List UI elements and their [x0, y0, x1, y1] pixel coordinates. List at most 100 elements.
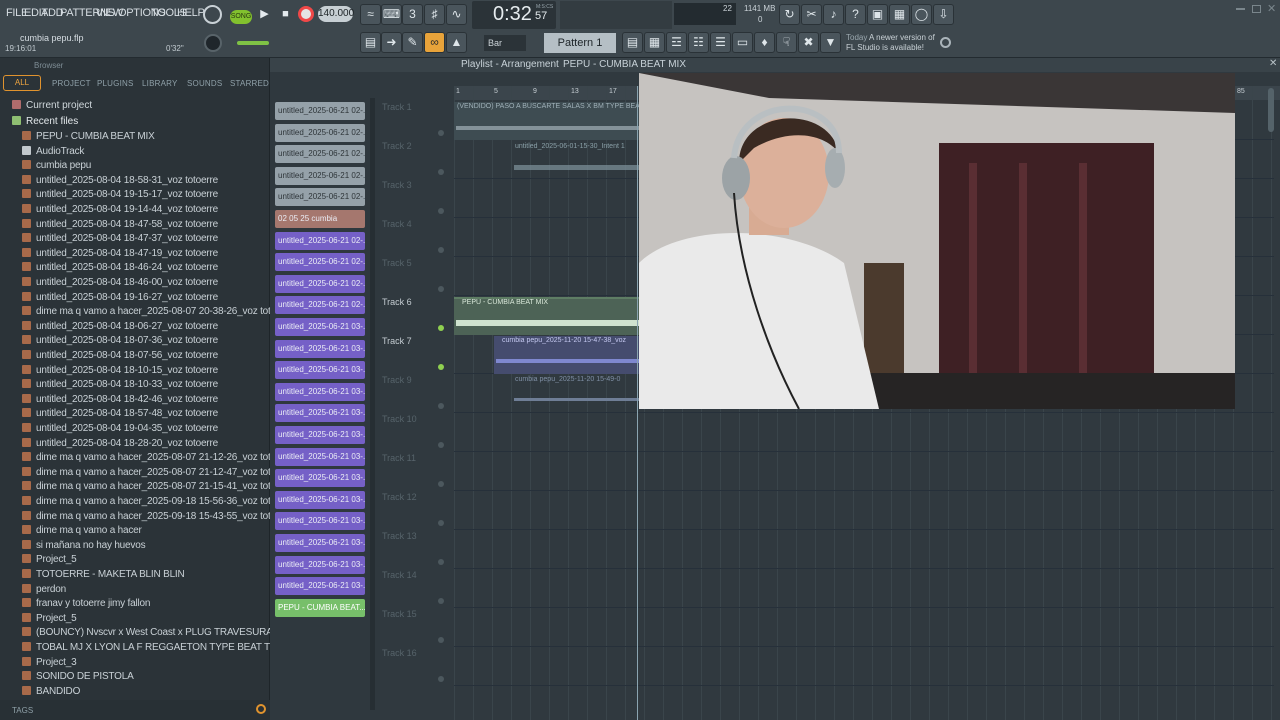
- track-mute-led[interactable]: [438, 481, 444, 487]
- browser-file-item[interactable]: TOBAL MJ X LYON LA F REGGAETON TYPE BEAT…: [22, 642, 307, 656]
- new-pattern-icon[interactable]: ▤: [622, 32, 643, 53]
- track-mute-led[interactable]: [438, 286, 444, 292]
- track-header-label[interactable]: Track 11: [382, 453, 452, 463]
- stamp-icon[interactable]: ▲: [446, 32, 467, 53]
- track-header-label[interactable]: Track 6: [382, 297, 452, 307]
- play-button[interactable]: ▶: [256, 5, 273, 23]
- metronome-knob[interactable]: [203, 5, 222, 24]
- browser-file-item[interactable]: dime ma q vamo a hacer_2025-08-07 21-15-…: [22, 481, 293, 495]
- track-mute-led[interactable]: [438, 442, 444, 448]
- track-mute-led[interactable]: [438, 637, 444, 643]
- browser-file-item[interactable]: untitled_2025-08-04 18-46-24_voz totoerr…: [22, 262, 218, 276]
- track-header-label[interactable]: Track 2: [382, 141, 452, 151]
- browser-toggle-icon[interactable]: ▼: [820, 32, 841, 53]
- menu-help[interactable]: HELP: [177, 7, 205, 19]
- browser-file-item[interactable]: untitled_2025-08-04 18-07-36_voz totoerr…: [22, 335, 218, 349]
- browser-file-item[interactable]: PEPU - CUMBIA BEAT MIX: [22, 131, 155, 145]
- browser-file-item[interactable]: untitled_2025-08-04 19-14-44_voz totoerr…: [22, 204, 218, 218]
- clip-picker-item[interactable]: untitled_2025-06-21 02-...: [275, 231, 365, 250]
- track-header-label[interactable]: Track 10: [382, 414, 452, 424]
- track-mute-led[interactable]: [438, 403, 444, 409]
- browser-file-item[interactable]: Project_3: [22, 656, 77, 671]
- typing-keyboard-icon[interactable]: ⌨: [381, 4, 402, 25]
- pattern-select[interactable]: Pattern 1: [544, 33, 616, 53]
- track-header-label[interactable]: Track 5: [382, 258, 452, 268]
- clip-picker-item[interactable]: untitled_2025-06-21 03-...: [275, 361, 365, 380]
- recovery-icon[interactable]: ↻: [779, 4, 800, 25]
- clip-picker-item[interactable]: 02 05 25 cumbia: [275, 210, 365, 228]
- link-icon[interactable]: ∞: [424, 32, 445, 53]
- browser-file-item[interactable]: cumbia pepu: [22, 160, 91, 174]
- browser-file-item[interactable]: untitled_2025-08-04 18-07-56_voz totoerr…: [22, 350, 218, 364]
- browser-file-item[interactable]: franav y totoerre jimy fallon: [22, 598, 150, 612]
- track-header-label[interactable]: Track 7: [382, 336, 452, 346]
- clip-picker-item[interactable]: untitled_2025-06-21 02-...: [275, 123, 365, 142]
- browser-file-item[interactable]: untitled_2025-08-04 19-04-35_voz totoerr…: [22, 423, 218, 437]
- track-header-label[interactable]: Track 13: [382, 531, 452, 541]
- track-mute-led[interactable]: [438, 520, 444, 526]
- clip-picker-item[interactable]: untitled_2025-06-21 02-...: [275, 296, 365, 315]
- browser-tab-library[interactable]: LIBRARY: [142, 79, 178, 88]
- clip-picker-item[interactable]: untitled_2025-06-21 02-...: [275, 253, 365, 272]
- arrow-right-icon[interactable]: ➜: [381, 32, 402, 53]
- track-mute-led[interactable]: [438, 598, 444, 604]
- clip-picker-item[interactable]: untitled_2025-06-21 03-...: [275, 382, 365, 401]
- clip-picker-item[interactable]: untitled_2025-06-21 02-...: [275, 145, 365, 164]
- song-mode-toggle[interactable]: SONG: [230, 10, 252, 24]
- current-project-folder[interactable]: Current project: [12, 100, 92, 111]
- playlist-scrollbar[interactable]: [1268, 88, 1274, 132]
- browser-file-item[interactable]: untitled_2025-08-04 18-06-27_voz totoerr…: [22, 320, 218, 335]
- browser-file-item[interactable]: TOTOERRE - MAKETA BLIN BLIN: [22, 569, 185, 583]
- clip-picker-item[interactable]: untitled_2025-06-21 03-...: [275, 490, 365, 509]
- track-mute-led[interactable]: [438, 676, 444, 682]
- track-mute-led[interactable]: [438, 208, 444, 214]
- mixer-icon[interactable]: ▦: [889, 4, 910, 25]
- plugin-picker-icon[interactable]: ▭: [732, 32, 753, 53]
- draw-tool-icon[interactable]: ✎: [402, 32, 423, 53]
- browser-file-item[interactable]: dime ma q vamo a hacer_2025-08-07 21-12-…: [22, 466, 293, 481]
- tempo-display[interactable]: 140.000: [318, 6, 354, 22]
- microphone-icon[interactable]: ♪: [823, 4, 844, 25]
- browser-tab-plugins[interactable]: PLUGINS: [97, 79, 134, 88]
- clip-picker-item[interactable]: PEPU - CUMBIA BEAT...: [275, 598, 365, 617]
- browser-file-item[interactable]: untitled_2025-08-04 18-42-46_voz totoerr…: [22, 393, 218, 408]
- clip-picker-item[interactable]: untitled_2025-06-21 03-...: [275, 469, 365, 488]
- master-volume-knob[interactable]: [204, 34, 222, 52]
- browser-file-item[interactable]: perdon: [22, 583, 66, 598]
- browser-file-item[interactable]: untitled_2025-08-04 18-58-31_voz totoerr…: [22, 174, 218, 189]
- track-mute-led[interactable]: [438, 130, 444, 136]
- news-line[interactable]: A newer version of: [869, 33, 935, 42]
- browser-file-item[interactable]: SONIDO DE PISTOLA: [22, 671, 134, 685]
- clip-picker-item[interactable]: untitled_2025-06-21 03-...: [275, 555, 365, 574]
- close-window-icon[interactable]: ✕: [1267, 2, 1276, 15]
- master-pitch-slider[interactable]: [237, 41, 269, 45]
- browser-file-item[interactable]: untitled_2025-08-04 18-47-58_voz totoerr…: [22, 218, 218, 233]
- news-line2[interactable]: FL Studio is available!: [846, 43, 924, 52]
- track-mute-led[interactable]: [438, 247, 444, 253]
- step-edit-icon[interactable]: ♯: [424, 4, 445, 25]
- track-header-label[interactable]: Track 14: [382, 570, 452, 580]
- maximize-window-icon[interactable]: [1252, 5, 1261, 13]
- browser-file-item[interactable]: si mañana no hay huevos: [22, 539, 146, 554]
- browser-file-item[interactable]: dime ma q vamo a hacer_2025-09-18 15-43-…: [22, 510, 293, 525]
- browser-tab-all[interactable]: ALL: [3, 75, 41, 91]
- countdown-icon[interactable]: 3: [402, 4, 423, 25]
- track-header-label[interactable]: Track 15: [382, 609, 452, 619]
- help-icon[interactable]: ?: [845, 4, 866, 25]
- clip-picker-item[interactable]: untitled_2025-06-21 02-...: [275, 274, 365, 293]
- browser-file-item[interactable]: dime ma q vamo a hacer: [22, 525, 142, 539]
- clip-picker-item[interactable]: untitled_2025-06-21 03-...: [275, 404, 365, 423]
- clip-picker-item[interactable]: untitled_2025-06-21 03-...: [275, 577, 365, 596]
- clip-picker-item[interactable]: untitled_2025-06-21 03-...: [275, 447, 365, 466]
- playlist-icon[interactable]: ▤: [360, 32, 381, 53]
- browser-tab-starred[interactable]: STARRED: [230, 79, 269, 88]
- browser-file-item[interactable]: untitled_2025-08-04 18-47-19_voz totoerr…: [22, 247, 218, 262]
- stop-button[interactable]: ■: [277, 5, 294, 23]
- track-mute-led[interactable]: [438, 169, 444, 175]
- track-header-label[interactable]: Track 1: [382, 102, 452, 112]
- track-mute-led[interactable]: [438, 364, 444, 370]
- browser-file-item[interactable]: untitled_2025-08-04 18-10-15_voz totoerr…: [22, 364, 218, 379]
- browser-file-item[interactable]: untitled_2025-08-04 18-10-33_voz totoerr…: [22, 379, 218, 393]
- clip-picker-item[interactable]: untitled_2025-06-21 03-...: [275, 426, 365, 444]
- browser-tab-sounds[interactable]: SOUNDS: [187, 79, 222, 88]
